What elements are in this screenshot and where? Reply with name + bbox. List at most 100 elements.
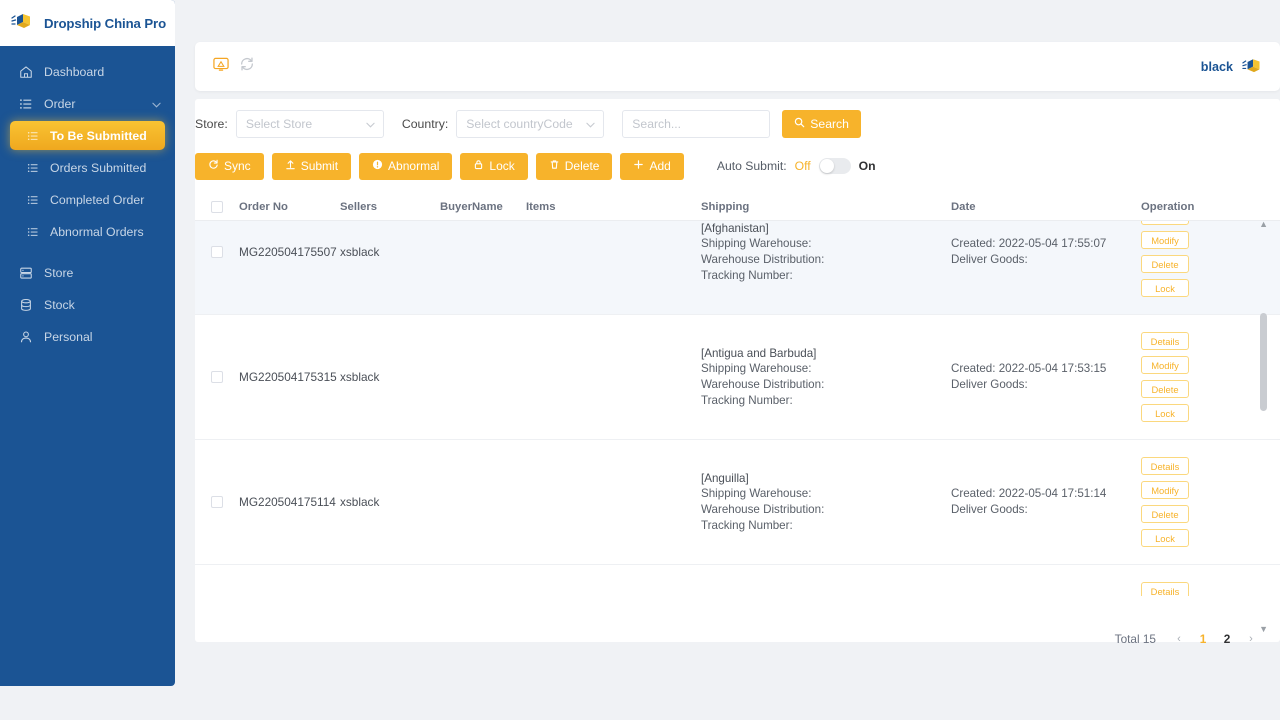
details-button[interactable]: Details <box>1141 332 1189 350</box>
content-panel: Store: Select Store Country: Select coun… <box>195 99 1280 642</box>
warehouse-distribution-label: Warehouse Distribution: <box>701 253 825 266</box>
sidebar-item-to-be-submitted[interactable]: To Be Submitted <box>10 121 165 150</box>
modify-button[interactable]: Modify <box>1141 231 1189 249</box>
sidebar-item-label: Dashboard <box>44 64 105 79</box>
list-small-icon <box>26 192 39 207</box>
cell-seller: xsblack <box>340 245 380 259</box>
auto-submit-on-label: On <box>858 159 876 173</box>
table-row[interactable]: Details Modify Delete Lock <box>195 565 1280 596</box>
shipping-country: [Afghanistan] <box>701 221 769 235</box>
plus-icon <box>633 159 644 173</box>
created-label: Created: <box>951 487 996 501</box>
details-button[interactable]: Details <box>1141 221 1189 225</box>
sidebar-item-store[interactable]: Store <box>0 258 175 287</box>
shipping-warehouse-label: Shipping Warehouse: <box>701 237 812 251</box>
store-select-value: Select Store <box>245 116 313 131</box>
warehouse-distribution-label: Warehouse Distribution: <box>701 503 825 516</box>
modify-button[interactable]: Modify <box>1141 356 1189 374</box>
sidebar-item-personal[interactable]: Personal <box>0 322 175 351</box>
refresh-icon[interactable] <box>239 56 255 77</box>
page-2-button[interactable]: 2 <box>1216 628 1238 650</box>
select-all-checkbox[interactable] <box>211 200 223 213</box>
row-select-cell <box>195 246 239 258</box>
store-select[interactable]: Select Store <box>235 109 384 138</box>
chevron-down-icon <box>152 97 161 111</box>
warehouse-distribution-label: Warehouse Distribution: <box>701 378 825 391</box>
row-delete-button[interactable]: Delete <box>1141 505 1189 523</box>
prev-page-button[interactable]: ‹ <box>1168 628 1190 650</box>
lock-button[interactable]: Lock <box>460 152 528 180</box>
topbar-left-icons <box>213 56 255 77</box>
orders-table: Order No Sellers BuyerName Items Shippin… <box>195 193 1280 642</box>
total-count: Total 15 <box>1114 632 1156 646</box>
sidebar-item-dashboard[interactable]: Dashboard <box>0 57 175 86</box>
brand-logo[interactable]: Dropship China Pro <box>0 0 175 46</box>
scrollbar-thumb[interactable] <box>1260 313 1267 411</box>
topbar-user[interactable]: black <box>1201 57 1264 77</box>
country-select[interactable]: Select countryCode <box>456 109 605 138</box>
page-1-button[interactable]: 1 <box>1192 628 1214 650</box>
created-label: Created: <box>951 237 996 251</box>
created-value: 2022-05-04 17:51:14 <box>998 487 1107 501</box>
row-checkbox[interactable] <box>211 246 223 258</box>
sidebar-item-abnormal-orders[interactable]: Abnormal Orders <box>0 217 175 246</box>
auto-submit-toggle[interactable] <box>818 158 851 174</box>
sidebar-item-label: Store <box>44 265 74 280</box>
deliver-goods-line: Deliver Goods: <box>951 502 1137 518</box>
avatar[interactable] <box>1242 57 1264 77</box>
submit-button[interactable]: Submit <box>271 152 352 180</box>
created-label: Created: <box>951 362 996 376</box>
trash-icon <box>549 159 560 173</box>
select-all-cell <box>195 200 239 213</box>
row-delete-button[interactable]: Delete <box>1141 255 1189 273</box>
sidebar-item-stock[interactable]: Stock <box>0 290 175 319</box>
details-button[interactable]: Details <box>1141 457 1189 475</box>
sidebar-item-orders-submitted[interactable]: Orders Submitted <box>0 153 175 182</box>
table-row[interactable]: MG220504175315 xsblack [Antigua and Barb… <box>195 315 1280 440</box>
col-items: Items <box>526 200 556 213</box>
abnormal-button[interactable]: Abnormal <box>359 152 453 180</box>
country-label: Country: <box>401 116 449 131</box>
sidebar-item-order[interactable]: Order <box>0 89 175 118</box>
row-lock-button[interactable]: Lock <box>1141 279 1189 297</box>
search-button[interactable]: Search <box>782 109 861 138</box>
table-scrollbar[interactable] <box>1260 221 1267 642</box>
search-input-placeholder: Search... <box>632 116 682 131</box>
screen-cast-icon[interactable] <box>213 57 229 77</box>
cell-date: Created: 2022-05-04 17:51:14 Deliver Goo… <box>951 486 1137 517</box>
created-line: Created: 2022-05-04 17:51:14 <box>951 486 1137 502</box>
sidebar-item-label: Completed Order <box>50 192 145 207</box>
col-date: Date <box>951 200 976 213</box>
next-page-button[interactable]: › <box>1240 628 1262 650</box>
sync-button[interactable]: Sync <box>195 152 264 180</box>
brand-name: Dropship China Pro <box>44 15 167 31</box>
details-button[interactable]: Details <box>1141 582 1189 596</box>
sidebar: Dropship China Pro Dashboard Order To Be… <box>0 0 175 686</box>
delete-button[interactable]: Delete <box>535 152 613 180</box>
cell-shipping: [Anguilla] Shipping Warehouse: Warehouse… <box>701 471 951 533</box>
lock-icon <box>473 159 484 173</box>
auto-submit-control: Auto Submit: Off On <box>717 158 876 174</box>
scrollbar-track[interactable] <box>1260 221 1267 642</box>
search-input[interactable]: Search... <box>622 109 771 138</box>
sidebar-item-completed-order[interactable]: Completed Order <box>0 185 175 214</box>
abnormal-button-label: Abnormal <box>388 159 440 173</box>
row-checkbox[interactable] <box>211 371 223 383</box>
cell-seller: xsblack <box>340 370 380 384</box>
table-row[interactable]: MG220504175507 xsblack [Afghanistan] Shi… <box>195 221 1280 315</box>
scroll-up-icon[interactable]: ▲ <box>1259 219 1268 229</box>
row-checkbox[interactable] <box>211 496 223 508</box>
search-icon <box>794 117 805 131</box>
add-button[interactable]: Add <box>620 152 684 180</box>
row-lock-button[interactable]: Lock <box>1141 529 1189 547</box>
sync-button-label: Sync <box>224 159 251 173</box>
sidebar-nav: Dashboard Order To Be Submitted Orders S… <box>0 46 175 351</box>
action-bar: Sync Submit Abnormal Lock Delete Add Aut… <box>195 139 1280 181</box>
row-lock-button[interactable]: Lock <box>1141 404 1189 422</box>
sidebar-item-label: To Be Submitted <box>50 128 147 143</box>
modify-button[interactable]: Modify <box>1141 481 1189 499</box>
toggle-knob <box>819 159 834 173</box>
row-delete-button[interactable]: Delete <box>1141 380 1189 398</box>
table-row[interactable]: MG220504175114 xsblack [Anguilla] Shippi… <box>195 440 1280 565</box>
chevron-down-icon <box>366 117 375 131</box>
